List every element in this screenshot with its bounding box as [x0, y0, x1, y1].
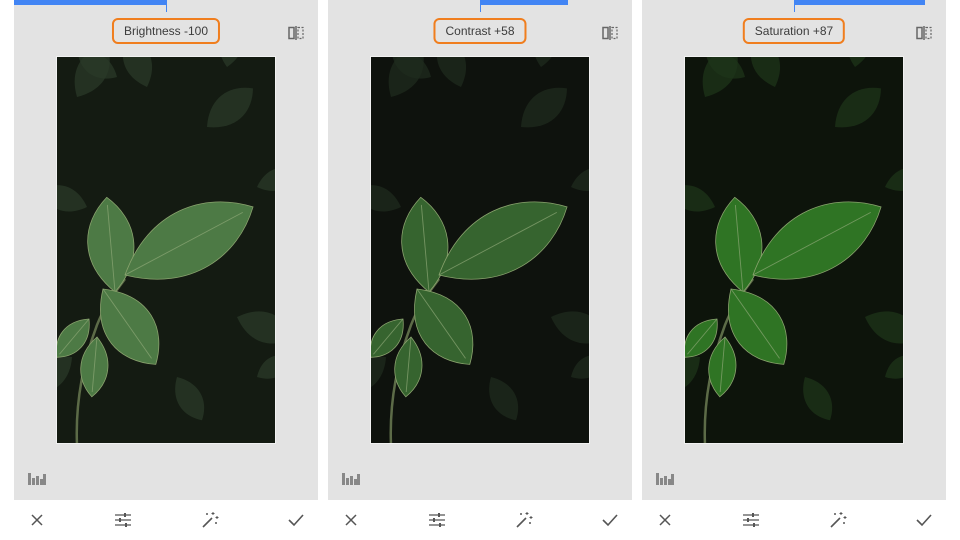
- tune-button[interactable]: [113, 510, 133, 530]
- adjustment-progress-fill: [794, 0, 925, 5]
- photo-preview[interactable]: [684, 56, 904, 444]
- adjustment-value-label: Saturation +87: [742, 18, 846, 44]
- magic-wand-icon: [830, 512, 847, 528]
- adjustment-zero-marker: [480, 0, 481, 12]
- compare-split-icon[interactable]: [916, 26, 932, 40]
- editor-panel-saturation: Saturation +87: [642, 0, 946, 540]
- histogram-icon[interactable]: [28, 472, 46, 485]
- tune-sliders-icon: [115, 513, 131, 527]
- editor-screen: Brightness -100: [14, 0, 318, 500]
- compare-split-icon[interactable]: [288, 26, 304, 40]
- cancel-button[interactable]: [27, 510, 47, 530]
- cancel-button[interactable]: [655, 510, 675, 530]
- editor-screen: Contrast +58: [328, 0, 632, 500]
- close-icon: [31, 514, 43, 526]
- adjustment-progress-fill: [480, 0, 569, 5]
- magic-wand-icon: [202, 512, 219, 528]
- adjustment-zero-marker: [166, 0, 167, 12]
- bottom-toolbar: [642, 500, 946, 540]
- auto-adjust-button[interactable]: [828, 510, 848, 530]
- tune-sliders-icon: [429, 513, 445, 527]
- photo-preview[interactable]: [56, 56, 276, 444]
- photo-preview[interactable]: [370, 56, 590, 444]
- bottom-toolbar: [328, 500, 632, 540]
- tune-sliders-icon: [743, 513, 759, 527]
- apply-button[interactable]: [600, 510, 620, 530]
- compare-split-icon[interactable]: [602, 26, 618, 40]
- adjustment-zero-marker: [794, 0, 795, 12]
- close-icon: [659, 514, 671, 526]
- adjustment-progress-track[interactable]: [642, 0, 946, 12]
- checkmark-icon: [916, 514, 932, 527]
- adjustment-progress-fill: [14, 0, 166, 5]
- editor-panel-brightness: Brightness -100: [14, 0, 318, 540]
- magic-wand-icon: [516, 512, 533, 528]
- editor-screen: Saturation +87: [642, 0, 946, 500]
- close-icon: [345, 514, 357, 526]
- apply-button[interactable]: [914, 510, 934, 530]
- histogram-icon[interactable]: [342, 472, 360, 485]
- adjustment-progress-track[interactable]: [328, 0, 632, 12]
- cancel-button[interactable]: [341, 510, 361, 530]
- auto-adjust-button[interactable]: [200, 510, 220, 530]
- editor-panel-contrast: Contrast +58: [328, 0, 632, 540]
- checkmark-icon: [288, 514, 304, 527]
- auto-adjust-button[interactable]: [514, 510, 534, 530]
- adjustment-value-label: Contrast +58: [433, 18, 527, 44]
- tune-button[interactable]: [427, 510, 447, 530]
- tune-button[interactable]: [741, 510, 761, 530]
- adjustment-progress-track[interactable]: [14, 0, 318, 12]
- checkmark-icon: [602, 514, 618, 527]
- bottom-toolbar: [14, 500, 318, 540]
- apply-button[interactable]: [286, 510, 306, 530]
- adjustment-value-label: Brightness -100: [111, 18, 221, 44]
- histogram-icon[interactable]: [656, 472, 674, 485]
